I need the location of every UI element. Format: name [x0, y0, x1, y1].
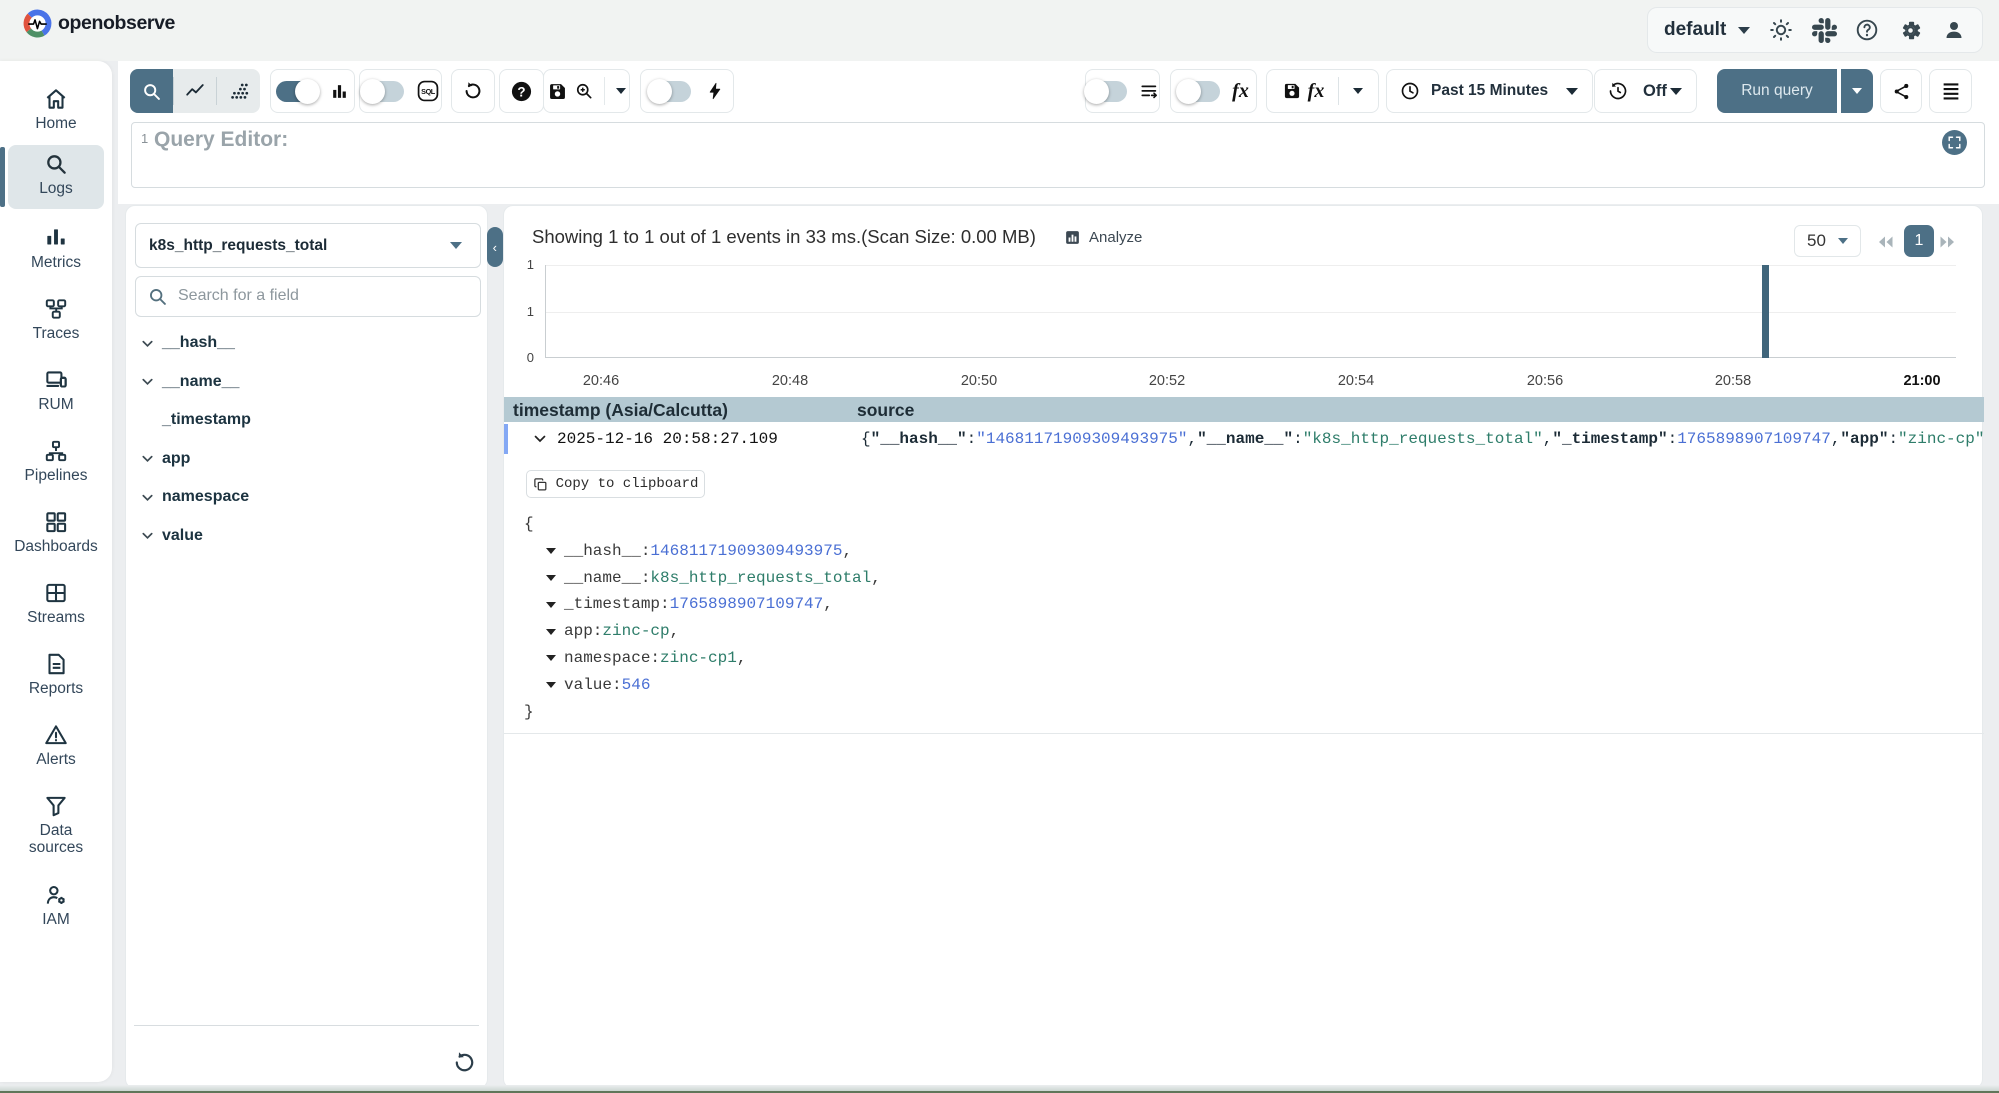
svg-text:SQL: SQL — [421, 87, 436, 96]
svg-text:?: ? — [517, 84, 525, 99]
